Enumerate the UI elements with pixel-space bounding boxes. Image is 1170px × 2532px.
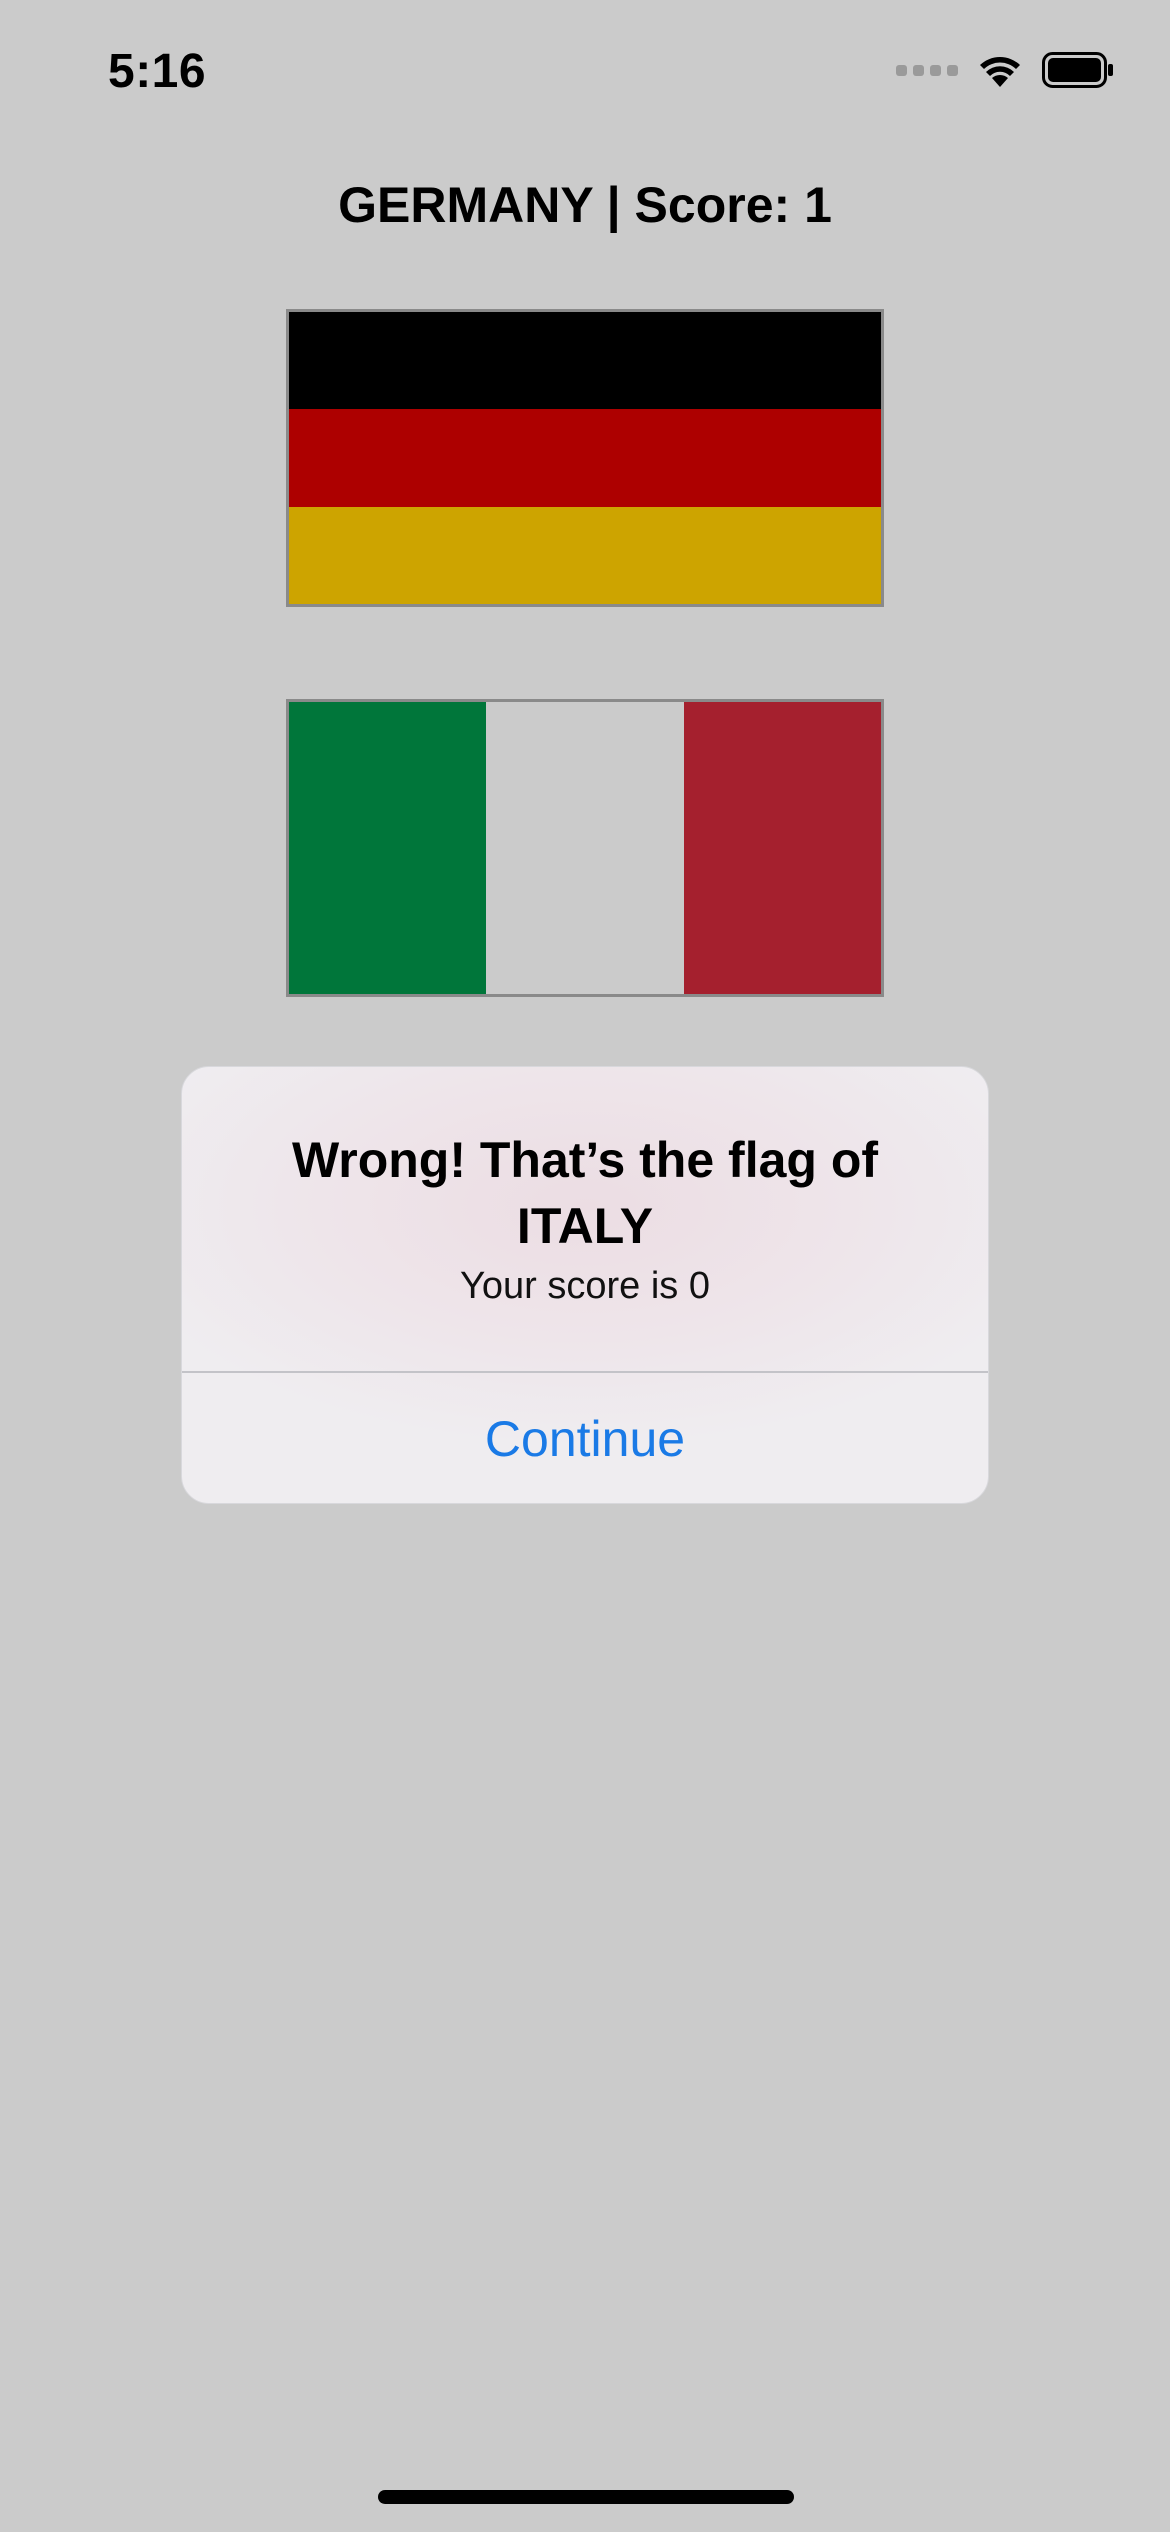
flag-stripe	[289, 506, 881, 604]
flag-button-italy[interactable]	[286, 699, 884, 997]
status-bar: 5:16	[0, 0, 1170, 140]
flag-button-germany[interactable]	[286, 309, 884, 607]
status-icons	[896, 52, 1114, 88]
wifi-icon	[978, 53, 1022, 87]
flag-stripe	[289, 409, 881, 507]
flag-stripe	[683, 702, 881, 994]
alert-message: Your score is 0	[460, 1265, 710, 1307]
home-indicator[interactable]	[378, 2490, 794, 2504]
country-score-title: GERMANY | Score: 1	[338, 177, 832, 233]
flag-stripe	[289, 312, 881, 410]
status-time: 5:16	[108, 45, 207, 98]
flag-stripe	[289, 702, 487, 994]
battery-icon	[1042, 52, 1114, 88]
flag-stripe	[486, 702, 684, 994]
result-alert: Wrong! That’s the flag of ITALY Your sco…	[181, 1066, 989, 1504]
cellular-signal-icon	[896, 64, 958, 76]
continue-button[interactable]: Continue	[182, 1373, 988, 1503]
alert-title: Wrong! That’s the flag of ITALY	[291, 1132, 879, 1254]
